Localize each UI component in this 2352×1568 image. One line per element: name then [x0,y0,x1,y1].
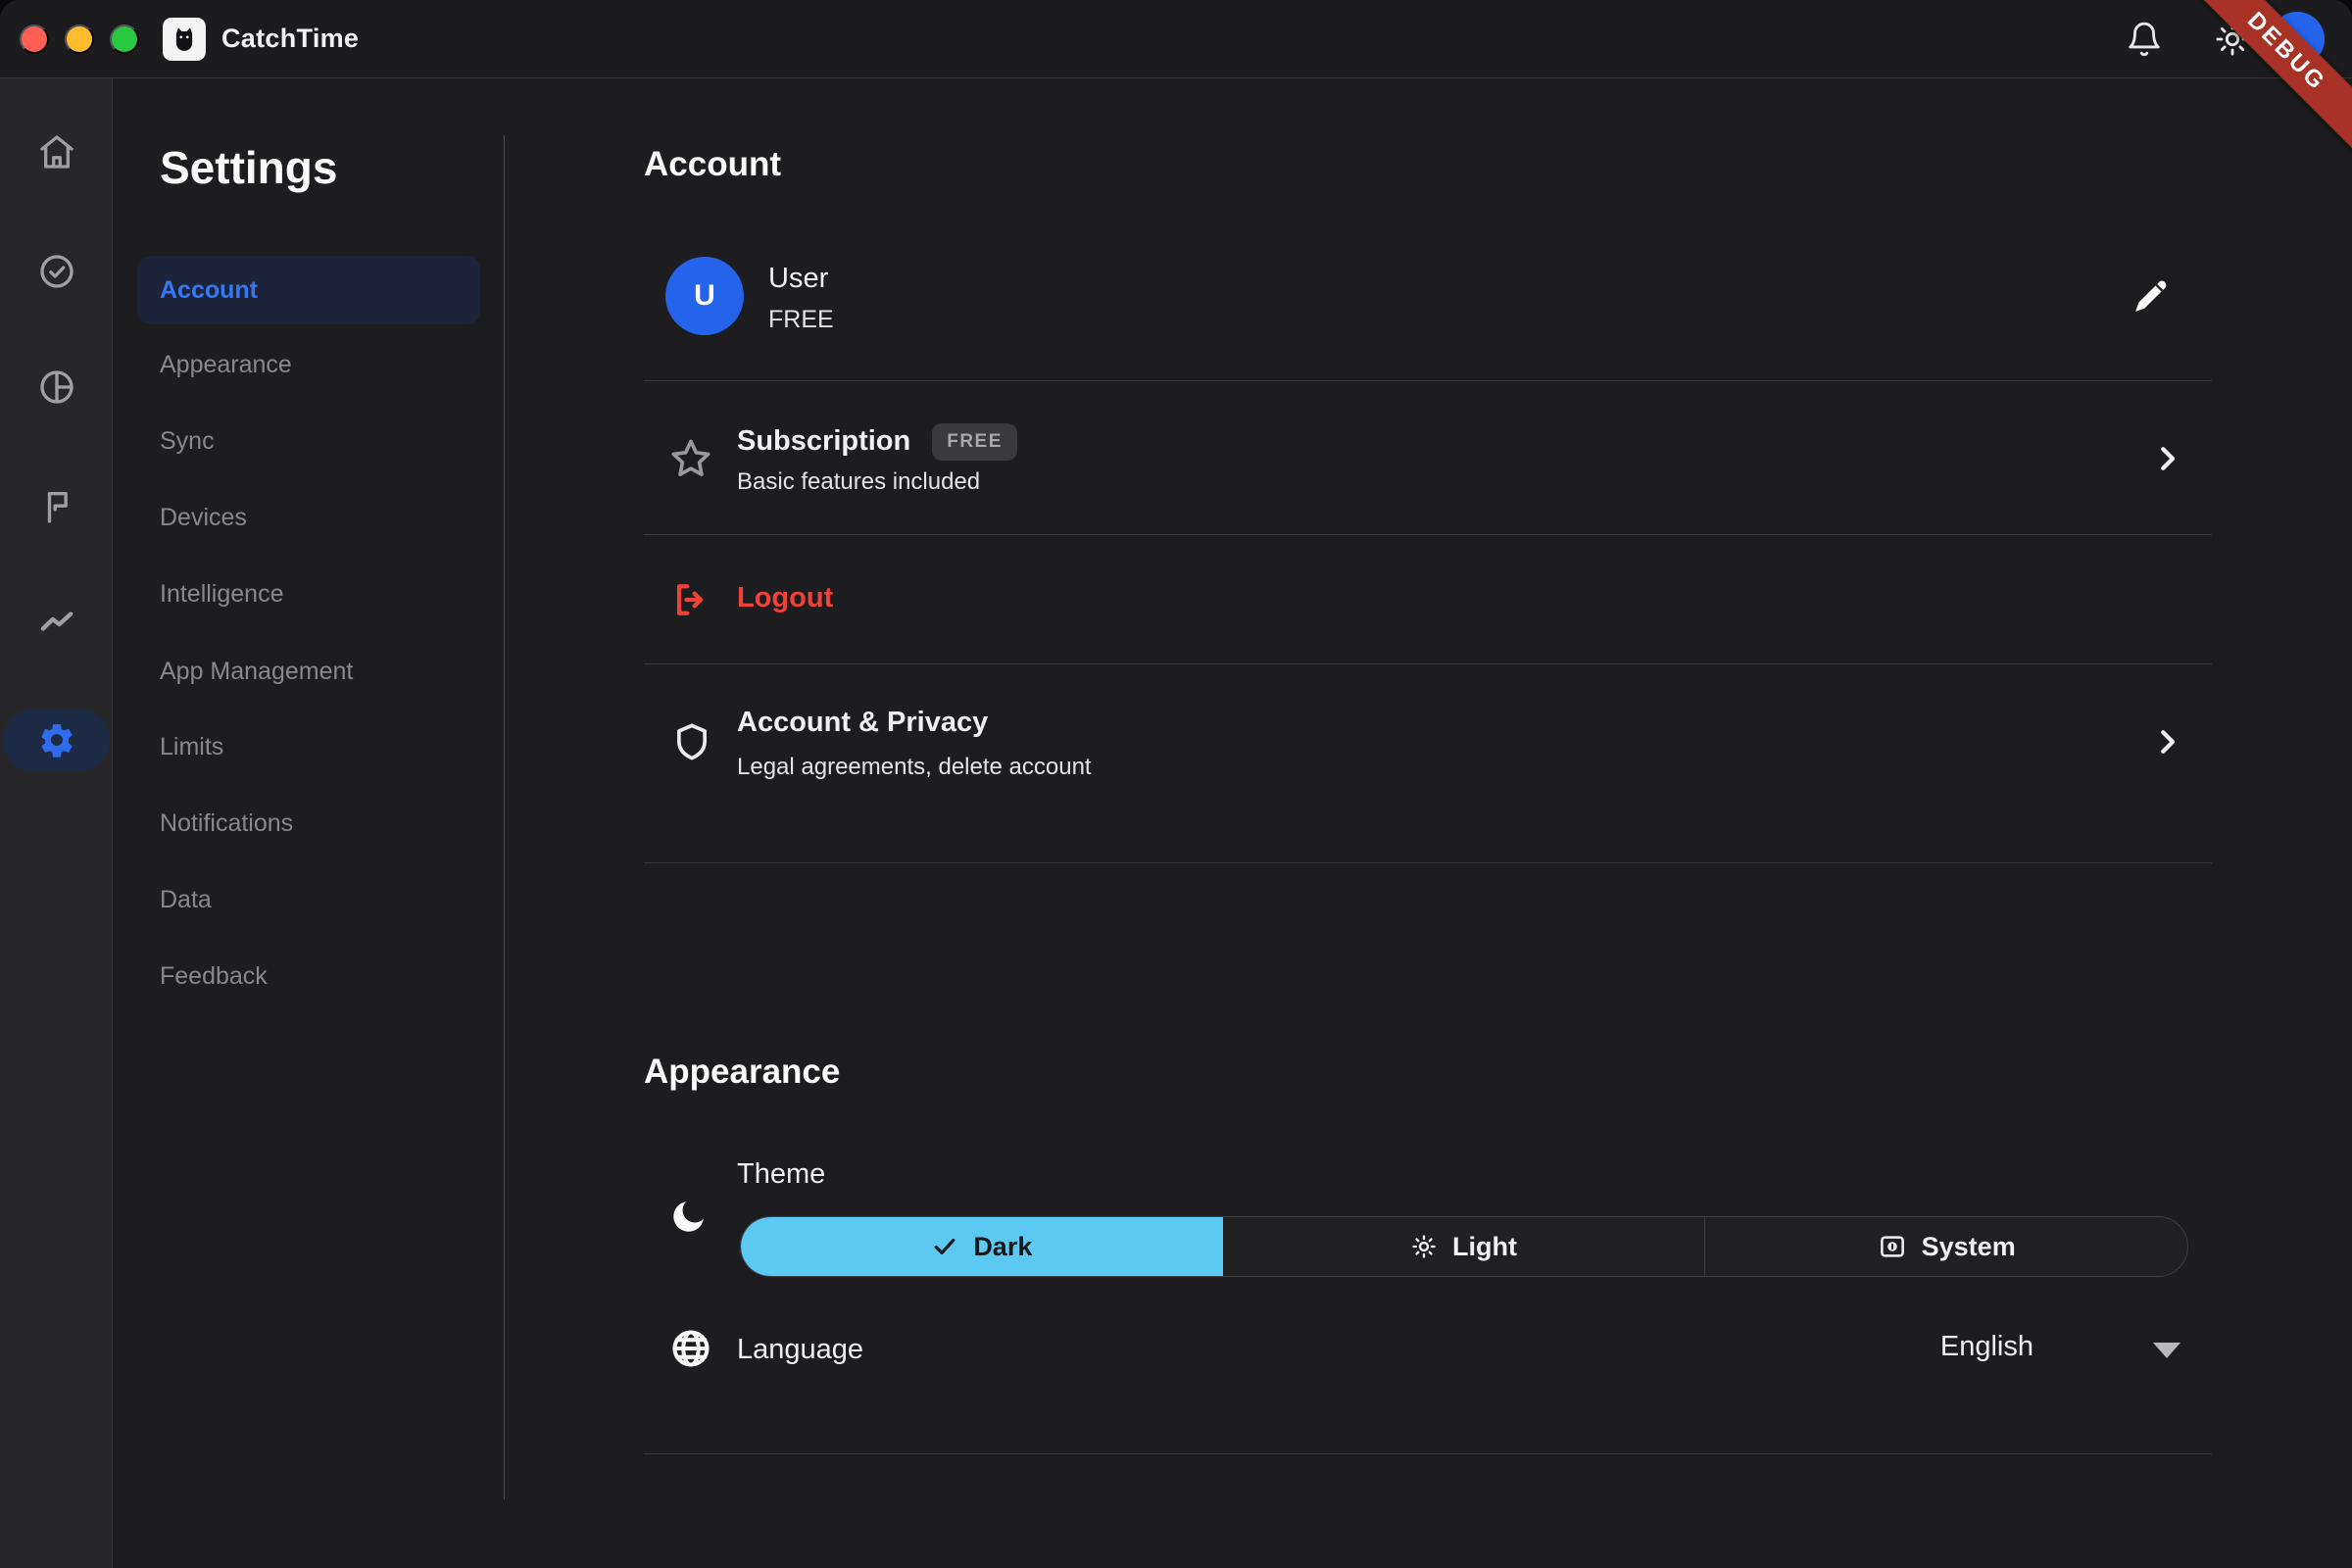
minimize-button[interactable] [65,24,94,54]
home-icon [37,132,76,172]
nav-item-appearance[interactable]: Appearance [137,330,480,399]
notifications-button[interactable] [2123,18,2166,61]
logout-button[interactable]: Logout [737,582,833,614]
nav-item-sync[interactable]: Sync [137,407,480,475]
app-window: CatchTime [0,0,2352,1568]
language-label: Language [737,1334,863,1366]
nav-item-data[interactable]: Data [137,865,480,934]
nav-item-feedback[interactable]: Feedback [137,942,480,1010]
check-circle-icon [37,252,76,291]
theme-option-dark-label: Dark [973,1232,1032,1262]
account-section-heading: Account [644,145,781,184]
privacy-title: Account & Privacy [737,707,988,739]
app-logo-cat-icon [163,18,206,61]
traffic-lights [20,24,139,54]
rail-item-activity[interactable] [3,590,110,653]
theme-option-dark[interactable]: Dark [741,1217,1223,1276]
flag-icon [37,487,76,526]
theme-option-system[interactable]: System [1704,1217,2187,1276]
app-title: CatchTime [221,24,359,54]
nav-item-intelligence[interactable]: Intelligence [137,560,480,628]
row-divider [644,663,2212,664]
privacy-subtitle: Legal agreements, delete account [737,754,1092,781]
sun-icon [1410,1233,1438,1260]
free-badge: FREE [932,423,1017,461]
trending-icon [37,602,76,641]
gear-icon [37,720,76,760]
close-button[interactable] [20,24,49,54]
avatar: U [665,257,744,335]
row-divider [644,380,2212,381]
user-plan: FREE [768,306,834,334]
subscription-subtitle: Basic features included [737,468,980,496]
user-name: User [768,263,828,295]
bell-icon [2126,21,2163,58]
privacy-chevron-button[interactable] [2149,724,2184,760]
chevron-right-icon [2149,724,2184,760]
rail-item-tasks[interactable] [3,240,110,303]
icon-rail [0,78,113,1568]
pie-chart-icon [37,368,76,407]
appearance-section-heading: Appearance [644,1053,840,1092]
section-divider [644,862,2212,863]
rail-item-stats[interactable] [3,356,110,418]
star-icon [668,436,713,481]
row-divider [644,534,2212,535]
settings-title: Settings [160,141,337,194]
nav-item-account[interactable]: Account [137,256,480,324]
zoom-button[interactable] [110,24,139,54]
settings-nav: Settings Account Appearance Sync Devices… [113,78,505,1568]
rail-item-home[interactable] [3,121,110,183]
edit-profile-button[interactable] [2132,276,2171,316]
settings-main-panel: Account U User FREE [505,78,2352,1568]
titlebar: CatchTime [0,0,2352,78]
display-icon [1878,1232,1907,1261]
theme-option-system-label: System [1922,1232,2016,1262]
rail-item-settings[interactable] [3,709,110,771]
language-select[interactable]: English [1642,1331,2034,1363]
shield-icon [671,720,712,763]
row-divider [644,1453,2212,1454]
theme-option-light-label: Light [1452,1232,1517,1262]
pencil-icon [2132,276,2171,316]
theme-label: Theme [737,1158,825,1191]
nav-item-limits[interactable]: Limits [137,712,480,781]
dropdown-caret-icon[interactable] [2153,1343,2180,1358]
subscription-title: Subscription FREE [737,423,1017,461]
subscription-title-text: Subscription [737,425,910,457]
moon-icon [668,1196,710,1237]
subscription-chevron-button[interactable] [2149,441,2184,476]
nav-item-devices[interactable]: Devices [137,483,480,552]
logout-icon [669,578,712,621]
check-icon [931,1233,958,1260]
globe-icon [669,1327,712,1370]
theme-segmented-control: Dark Light [740,1216,2188,1277]
nav-item-notifications[interactable]: Notifications [137,789,480,858]
nav-item-app-management[interactable]: App Management [137,637,480,706]
chevron-right-icon [2149,441,2184,476]
theme-option-light[interactable]: Light [1223,1217,1705,1276]
rail-item-flags[interactable] [3,475,110,538]
window-body: Settings Account Appearance Sync Devices… [0,78,2352,1568]
